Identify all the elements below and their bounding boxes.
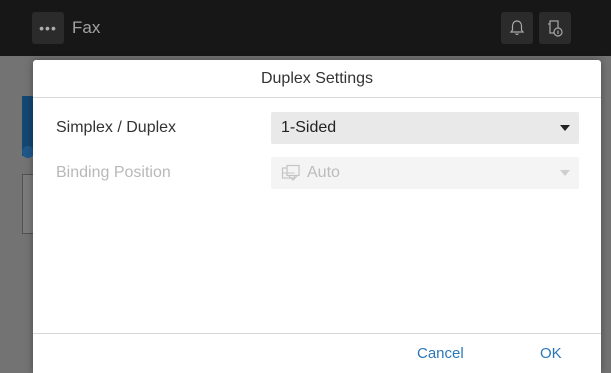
simplex-duplex-select[interactable]: 1-Sided	[271, 112, 579, 144]
binding-position-icon	[281, 164, 303, 182]
dropdown-arrow-icon	[560, 125, 570, 131]
binding-position-value: Auto	[307, 164, 340, 181]
ok-button[interactable]: OK	[540, 334, 562, 373]
dropdown-arrow-icon	[560, 170, 570, 176]
simplex-duplex-label: Simplex / Duplex	[56, 119, 177, 136]
binding-position-label: Binding Position	[56, 164, 171, 181]
dialog-title: Duplex Settings	[33, 60, 601, 98]
cancel-button[interactable]: Cancel	[417, 334, 464, 373]
dialog-footer: Cancel OK	[33, 333, 601, 373]
simplex-duplex-value: 1-Sided	[281, 119, 337, 136]
binding-position-select: Auto	[271, 157, 579, 189]
duplex-settings-dialog: Duplex Settings Simplex / Duplex 1-Sided…	[33, 60, 601, 373]
simplex-duplex-row: Simplex / Duplex 1-Sided	[33, 112, 601, 144]
binding-position-row: Binding Position Auto	[33, 157, 601, 189]
